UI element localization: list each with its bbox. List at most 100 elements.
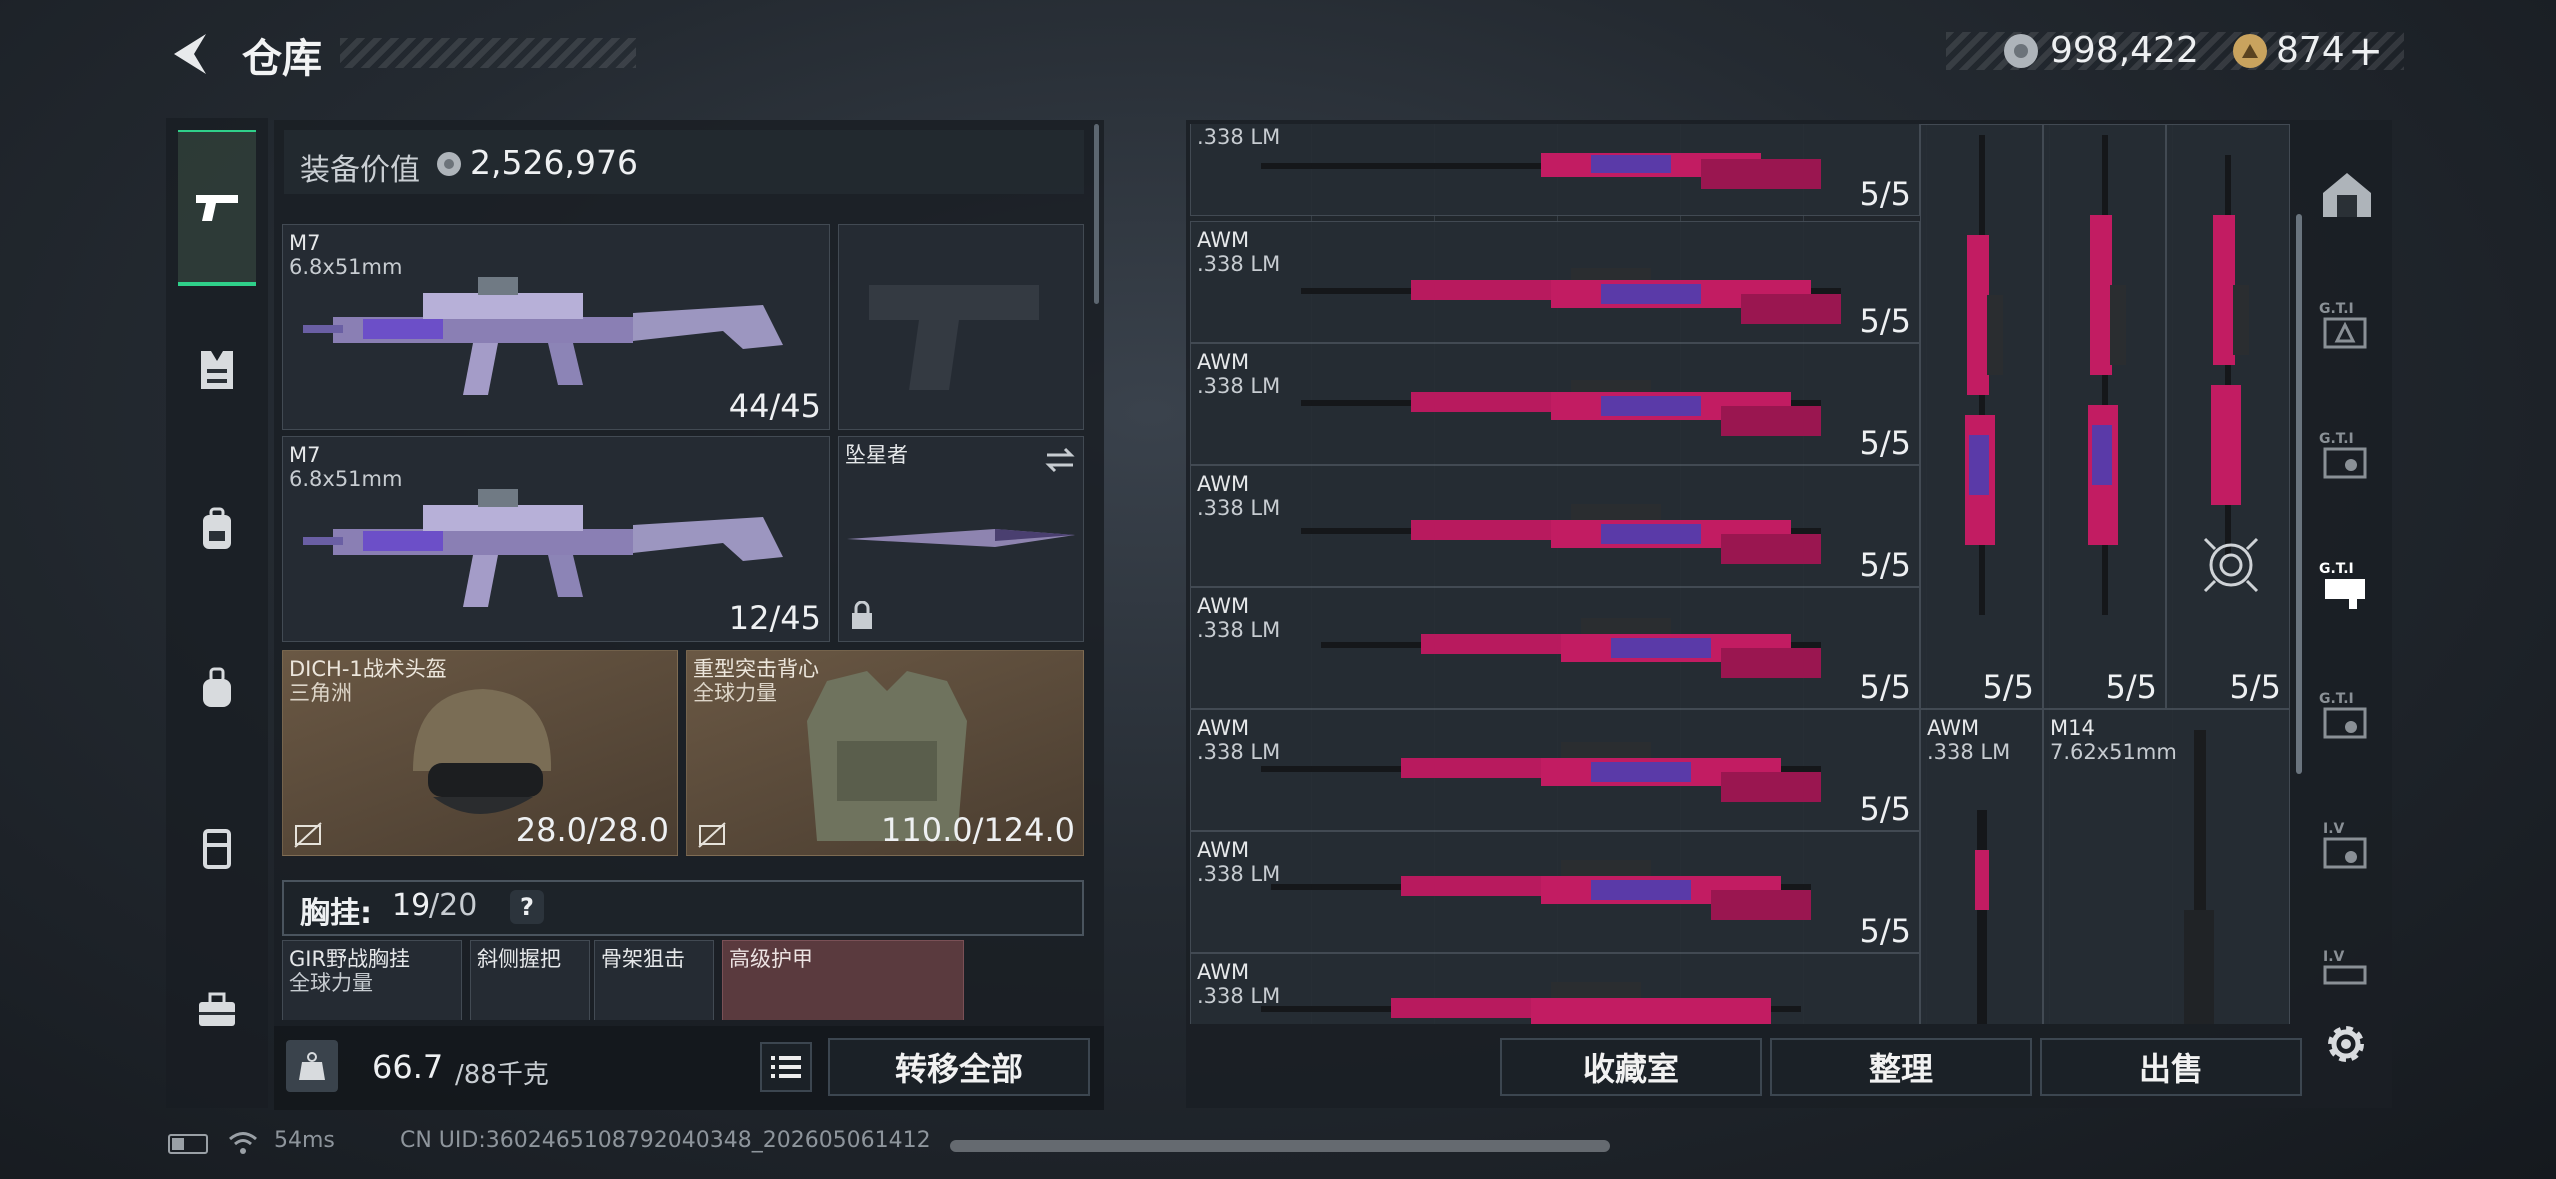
- rig-item[interactable]: GIR野战胸挂 全球力量: [282, 940, 462, 1020]
- rig-items-clip: GIR野战胸挂 全球力量 斜侧握把 骨架狙击 高级护甲: [282, 940, 1084, 1020]
- item-caliber: .338 LM: [1197, 252, 1281, 276]
- settings-button[interactable]: [2316, 1014, 2376, 1074]
- item-ammo: 5/5: [2229, 668, 2282, 706]
- rig-item[interactable]: 高级护甲: [722, 940, 964, 1020]
- item-caliber: 7.62x51mm: [2050, 740, 2177, 764]
- no-insure-icon: [698, 822, 726, 848]
- item-ammo: 5/5: [1859, 790, 1912, 828]
- rig-item[interactable]: 骨架狙击: [594, 940, 714, 1020]
- storage-box-icon: G.T.I: [2319, 301, 2367, 349]
- storage-tab-3[interactable]: G.T.I: [2310, 550, 2380, 620]
- storage-item-awm-vertical[interactable]: 5/5: [2043, 124, 2166, 709]
- storage-box-icon: I.V: [2323, 821, 2367, 869]
- melee-name: 坠星者: [845, 443, 908, 467]
- sell-button[interactable]: 出售: [2040, 1038, 2302, 1096]
- svg-text:G.T.I: G.T.I: [2319, 561, 2354, 577]
- awm-image: [1261, 139, 1821, 199]
- toolbox-icon: [199, 992, 235, 1026]
- transfer-all-button[interactable]: 转移全部: [828, 1038, 1090, 1096]
- back-arrow-icon: [174, 34, 206, 74]
- no-insure-icon: [294, 822, 322, 848]
- rig-item-name: 骨架狙击: [601, 947, 685, 971]
- item-name: AWM: [1197, 228, 1250, 252]
- item-name: AWM: [1197, 472, 1250, 496]
- awm-image: [1301, 368, 1821, 438]
- awm-vertical-image: [1975, 810, 1989, 1024]
- help-icon: ?: [520, 893, 534, 921]
- m7-rifle-image: [303, 277, 783, 395]
- storage-item-awm[interactable]: AWM .338 LM: [1190, 953, 1920, 1024]
- swap-icon[interactable]: [1043, 445, 1077, 475]
- storage-tab-2[interactable]: G.T.I: [2310, 420, 2380, 490]
- lock-icon: [852, 601, 872, 629]
- add-gold-button[interactable]: +: [2348, 26, 2383, 75]
- storage-tab-home[interactable]: [2312, 160, 2382, 230]
- pistol-icon: [196, 195, 238, 221]
- storage-item-awm[interactable]: AWM .338 LM 5/5: [1190, 343, 1920, 465]
- category-tab-rig[interactable]: [178, 330, 256, 410]
- storage-item-awm[interactable]: AWM .338 LM 5/5: [1190, 831, 1920, 953]
- category-tab-toolbox[interactable]: [178, 970, 256, 1050]
- secondary-weapon-slot[interactable]: [838, 224, 1084, 430]
- loadout-value-label: 装备价值: [300, 153, 420, 188]
- armor-slot[interactable]: 重型突击背心 全球力量 110.0/124.0: [686, 650, 1084, 856]
- item-name: AWM: [1927, 716, 1980, 740]
- battery-icon: [168, 1134, 208, 1154]
- armor-durability: 110.0/124.0: [881, 811, 1075, 849]
- category-tab-backpack[interactable]: [178, 490, 256, 570]
- svg-text:I.V: I.V: [2323, 821, 2345, 837]
- storage-item-awm[interactable]: AWM .338 LM 5/5: [1190, 221, 1920, 343]
- storage-item-awm[interactable]: AWM .338 LM 5/5: [1190, 587, 1920, 709]
- rig-item[interactable]: 斜侧握把: [470, 940, 590, 1020]
- svg-text:G.T.I: G.T.I: [2319, 301, 2354, 317]
- item-caliber: .338 LM: [1197, 374, 1281, 398]
- uid-text: CN UID:3602465108792040348_202605061412: [400, 1128, 931, 1153]
- storage-scrollbar[interactable]: [2296, 214, 2302, 774]
- storage-item-awm[interactable]: AWM .338 LM 5/5: [1190, 465, 1920, 587]
- silver-coin-icon: [437, 152, 461, 176]
- helmet-slot[interactable]: DICH-1战术头盔 三角洲 28.0/28.0: [282, 650, 678, 856]
- help-button[interactable]: ?: [510, 890, 544, 924]
- storage-item-awm-vertical[interactable]: 5/5: [1920, 124, 2043, 709]
- weapon-ammo: 44/45: [728, 387, 821, 425]
- item-ammo: 5/5: [1859, 175, 1912, 213]
- awm-vertical-image: [2074, 135, 2134, 615]
- backpack-icon: [203, 507, 231, 549]
- back-button[interactable]: [165, 26, 215, 82]
- collection-room-button[interactable]: 收藏室: [1500, 1038, 1762, 1096]
- item-name: M14: [2050, 716, 2095, 740]
- storage-tab-5[interactable]: I.V: [2310, 810, 2380, 880]
- list-icon: [771, 1056, 801, 1078]
- awm-image: [1301, 486, 1821, 566]
- loadout-scrollbar[interactable]: [1094, 124, 1099, 304]
- item-caliber: .338 LM: [1197, 862, 1281, 886]
- primary-weapon-slot-1[interactable]: M7 6.8x51mm 44/45: [282, 224, 830, 430]
- storage-item-awm[interactable]: .338 LM 5/5: [1190, 124, 1920, 216]
- svg-text:I.V: I.V: [2323, 949, 2345, 965]
- category-tab-bag[interactable]: [178, 648, 256, 728]
- rig-item-name: 高级护甲: [729, 947, 813, 971]
- melee-slot[interactable]: 坠星者: [838, 436, 1084, 642]
- gold-coin-icon: [2233, 34, 2267, 68]
- awm-vertical-image: [2197, 155, 2257, 555]
- storage-tab-6[interactable]: I.V: [2310, 940, 2380, 990]
- list-view-button[interactable]: [760, 1042, 812, 1092]
- storage-tab-1[interactable]: G.T.I: [2310, 290, 2380, 360]
- category-tab-weapons[interactable]: [178, 130, 256, 286]
- storage-item-awm-small[interactable]: AWM .338 LM: [1920, 709, 2043, 1024]
- item-caliber: .338 LM: [1927, 740, 2011, 764]
- item-ammo: 5/5: [1859, 912, 1912, 950]
- awm-image: [1321, 600, 1821, 680]
- primary-weapon-slot-2[interactable]: M7 6.8x51mm 12/45: [282, 436, 830, 642]
- item-caliber: .338 LM: [1197, 496, 1281, 520]
- storage-grid[interactable]: .338 LM 5/5 AWM .338 LM 5/5 AWM .338 LM: [1190, 124, 2290, 1024]
- storage-item-m14[interactable]: M14 7.62x51mm: [2043, 709, 2290, 1024]
- storage-item-awm-vertical[interactable]: 5/5: [2166, 124, 2290, 709]
- category-tab-case[interactable]: [178, 808, 256, 888]
- storage-item-awm[interactable]: AWM .338 LM 5/5: [1190, 709, 1920, 831]
- weight-max: /88千克: [455, 1060, 549, 1090]
- organize-button[interactable]: 整理: [1770, 1038, 2032, 1096]
- storage-tab-4[interactable]: G.T.I: [2310, 680, 2380, 750]
- storage-box-icon: G.T.I: [2319, 691, 2367, 739]
- item-ammo: 5/5: [1859, 546, 1912, 584]
